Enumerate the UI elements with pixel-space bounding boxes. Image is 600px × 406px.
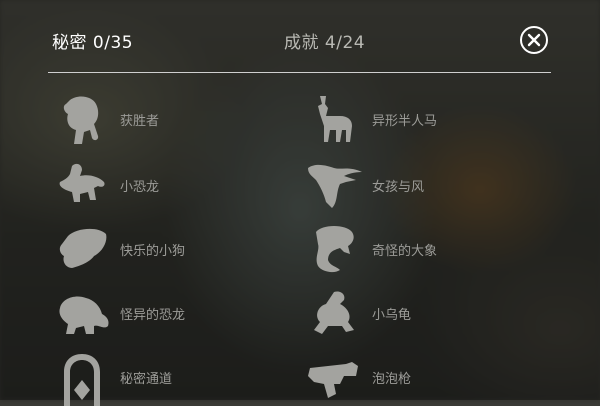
close-icon [527, 33, 541, 47]
bubble-gun-icon [308, 362, 358, 398]
dog-icon [59, 228, 107, 268]
list-item[interactable]: 小恐龙 [54, 158, 274, 214]
list-item[interactable]: 泡泡枪 [306, 350, 526, 406]
header-divider [48, 72, 551, 73]
tab-secrets[interactable]: 秘密 0/35 [52, 28, 133, 53]
item-label: 女孩与风 [372, 180, 425, 195]
list-item[interactable]: 秘密通道 [54, 350, 274, 406]
elephant-icon [63, 96, 99, 144]
item-label: 小恐龙 [120, 180, 160, 195]
item-label: 奇怪的大象 [372, 244, 438, 259]
girl-wind-icon [308, 164, 362, 208]
turtle-icon [314, 291, 354, 334]
item-label: 快乐的小狗 [120, 244, 186, 259]
centaur-icon [318, 96, 352, 142]
item-label: 异形半人马 [372, 114, 438, 129]
list-item[interactable]: 奇怪的大象 [306, 222, 526, 278]
list-item[interactable]: 怪异的恐龙 [54, 286, 274, 342]
item-label: 小乌龟 [372, 308, 412, 323]
close-button[interactable] [520, 26, 548, 54]
list-item[interactable]: 小乌龟 [306, 286, 526, 342]
small-dinosaur-icon [59, 163, 105, 202]
list-item[interactable]: 女孩与风 [306, 158, 526, 214]
secrets-list: 获胜者 异形半人马 小恐龙 女孩与风 快乐的小狗 奇怪的大象 怪异的恐龙 小乌龟… [0, 80, 600, 406]
list-item[interactable]: 快乐的小狗 [54, 222, 274, 278]
item-label: 获胜者 [120, 114, 160, 129]
list-item[interactable]: 异形半人马 [306, 92, 526, 148]
item-label: 泡泡枪 [372, 372, 412, 387]
weird-dinosaur-icon [59, 296, 109, 334]
item-label: 秘密通道 [120, 372, 173, 387]
tab-achievements[interactable]: 成就 4/24 [284, 28, 365, 53]
item-label: 怪异的恐龙 [120, 308, 186, 323]
list-item[interactable]: 获胜者 [54, 92, 274, 148]
secret-door-icon [64, 354, 100, 406]
header-bar: 秘密 0/35 成就 4/24 [0, 0, 600, 74]
strange-elephant-icon [316, 226, 354, 273]
